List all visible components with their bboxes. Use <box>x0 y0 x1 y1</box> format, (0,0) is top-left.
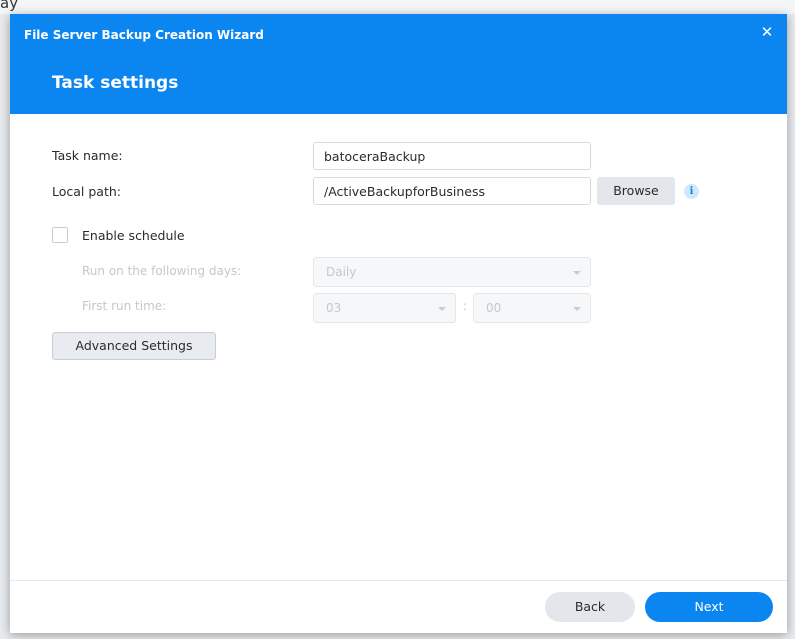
enable-schedule-checkbox[interactable] <box>52 227 68 243</box>
first-run-label: First run time: <box>82 299 167 313</box>
first-run-hour-select[interactable]: 03 <box>313 293 456 323</box>
page-title: Task settings <box>52 73 179 93</box>
dialog-header: File Server Backup Creation Wizard ✕ Tas… <box>10 14 787 114</box>
wizard-dialog: File Server Backup Creation Wizard ✕ Tas… <box>10 14 787 633</box>
browse-button[interactable]: Browse <box>597 177 675 205</box>
background-text: ay <box>0 0 19 12</box>
info-icon[interactable]: i <box>684 184 699 199</box>
first-run-minute-select[interactable]: 00 <box>473 293 591 323</box>
chevron-down-icon <box>438 307 446 311</box>
local-path-label: Local path: <box>52 184 122 199</box>
first-run-hour-value: 03 <box>326 301 342 315</box>
task-name-label: Task name: <box>52 148 123 163</box>
chevron-down-icon <box>573 271 581 275</box>
window-title: File Server Backup Creation Wizard <box>24 28 264 42</box>
back-button[interactable]: Back <box>545 592 635 622</box>
next-button[interactable]: Next <box>645 592 773 622</box>
first-run-minute-value: 00 <box>486 301 502 315</box>
enable-schedule-label: Enable schedule <box>82 228 185 243</box>
time-separator: : <box>463 299 468 313</box>
chevron-down-icon <box>573 307 581 311</box>
run-days-value: Daily <box>326 265 357 279</box>
advanced-settings-button[interactable]: Advanced Settings <box>52 332 216 360</box>
close-icon[interactable]: ✕ <box>759 24 775 40</box>
footer-divider <box>10 580 787 581</box>
background-window: ay <box>0 0 795 14</box>
task-name-input[interactable] <box>313 142 591 170</box>
run-days-select[interactable]: Daily <box>313 257 591 287</box>
run-days-label: Run on the following days: <box>82 264 242 278</box>
local-path-input[interactable] <box>313 177 591 205</box>
